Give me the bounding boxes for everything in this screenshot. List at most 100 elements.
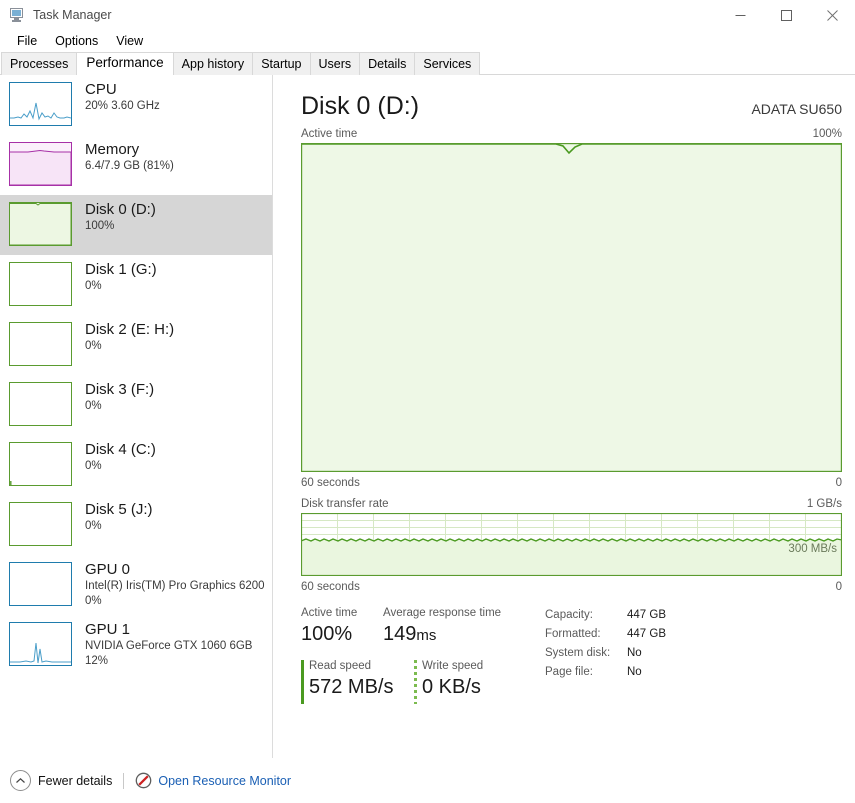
sidebar-item-value: 12% <box>85 655 109 667</box>
sidebar-item-memory[interactable]: Memory 6.4/7.9 GB (81%) <box>0 135 272 195</box>
memory-mini-graph <box>9 142 72 186</box>
tab-app-history[interactable]: App history <box>172 52 254 75</box>
disk2-mini-graph <box>9 322 72 366</box>
minimize-button[interactable] <box>717 0 763 30</box>
active-time-stat: Active time 100% <box>301 605 383 649</box>
open-resource-monitor-link[interactable]: Open Resource Monitor <box>135 772 291 789</box>
resource-sidebar: CPU 20% 3.60 GHz Memory 6.4/7.9 GB (81%) <box>0 75 273 758</box>
sidebar-item-gpu-1[interactable]: GPU 1 NVIDIA GeForce GTX 1060 6GB 12% <box>0 615 272 675</box>
active-time-x-right: 0 <box>835 477 842 489</box>
write-speed-legend-bar <box>414 660 417 704</box>
info-value: No <box>627 666 642 678</box>
info-value: 447 GB <box>627 609 666 621</box>
read-speed-value: 572 MB/s <box>309 676 394 698</box>
sidebar-item-model: Intel(R) Iris(TM) Pro Graphics 6200 <box>85 580 265 592</box>
read-write-row: Read speed 572 MB/s Write speed 0 KB/s <box>301 658 513 704</box>
disk-info-table: Capacity: 447 GB Formatted: 447 GB Syste… <box>545 605 666 682</box>
stats-left-group: Active time 100% Average response time 1… <box>301 605 513 704</box>
info-label: Capacity: <box>545 609 593 621</box>
read-speed-stat: Read speed 572 MB/s <box>301 658 414 704</box>
detail-header: Disk 0 (D:) ADATA SU650 <box>273 75 855 121</box>
transfer-rate-label-row: Disk transfer rate 1 GB/s <box>273 496 855 512</box>
active-time-stat-label: Active time <box>301 607 358 619</box>
gpu1-mini-graph <box>9 622 72 666</box>
info-value: 447 GB <box>627 628 666 640</box>
cpu-mini-graph <box>9 82 72 126</box>
menu-file[interactable]: File <box>8 32 46 50</box>
tab-services[interactable]: Services <box>414 52 481 75</box>
sidebar-item-label: Disk 5 (J:) <box>85 501 153 518</box>
tab-performance[interactable]: Performance <box>76 52 174 75</box>
info-label: Page file: <box>545 666 593 678</box>
resource-monitor-label: Open Resource Monitor <box>158 773 292 788</box>
disk1-mini-graph <box>9 262 72 306</box>
sidebar-item-label: Disk 0 (D:) <box>85 201 156 218</box>
menu-view[interactable]: View <box>107 32 152 50</box>
sidebar-item-label: Disk 3 (F:) <box>85 381 155 398</box>
transfer-rate-annotation: 300 MB/s <box>788 543 837 555</box>
info-label: System disk: <box>545 647 611 659</box>
active-time-x-left: 60 seconds <box>301 477 360 489</box>
sidebar-item-label: GPU 1 <box>85 621 131 638</box>
avg-response-label: Average response time <box>383 607 502 619</box>
sidebar-item-value: 0% <box>85 460 102 472</box>
footer-separator <box>123 772 125 789</box>
status-bar: Fewer details Open Resource Monitor <box>0 758 855 803</box>
sidebar-item-disk-1[interactable]: Disk 1 (G:) 0% <box>0 255 272 315</box>
avg-response-stat: Average response time 149ms <box>383 605 513 649</box>
page-title: Disk 0 (D:) <box>301 92 420 120</box>
sidebar-item-cpu[interactable]: CPU 20% 3.60 GHz <box>0 75 272 135</box>
sidebar-item-value: 0% <box>85 340 102 352</box>
sidebar-item-gpu-0[interactable]: GPU 0 Intel(R) Iris(TM) Pro Graphics 620… <box>0 555 272 615</box>
task-manager-icon <box>9 7 25 23</box>
sidebar-item-disk-0[interactable]: Disk 0 (D:) 100% <box>0 195 272 255</box>
detail-pane: Disk 0 (D:) ADATA SU650 Active time 100% <box>273 75 855 758</box>
resource-monitor-icon <box>135 772 152 789</box>
transfer-rate-graph: 300 MB/s <box>301 513 842 576</box>
close-button[interactable] <box>809 0 855 30</box>
sidebar-item-label: GPU 0 <box>85 561 131 578</box>
active-time-label: Active time <box>301 128 358 140</box>
sidebar-item-label: Memory <box>85 141 140 158</box>
sidebar-item-disk-3[interactable]: Disk 3 (F:) 0% <box>0 375 272 435</box>
disk0-mini-graph <box>9 202 72 246</box>
transfer-rate-label: Disk transfer rate <box>301 498 389 510</box>
menu-bar: File Options View <box>0 30 855 52</box>
write-speed-label: Write speed <box>422 660 484 672</box>
avg-response-unit: ms <box>416 627 437 644</box>
fewer-details-label: Fewer details <box>38 773 113 788</box>
info-label: Formatted: <box>545 628 601 640</box>
active-time-axis-row: 60 seconds 0 <box>273 475 855 491</box>
content-area: CPU 20% 3.60 GHz Memory 6.4/7.9 GB (81%) <box>0 75 855 758</box>
sidebar-item-disk-2[interactable]: Disk 2 (E: H:) 0% <box>0 315 272 375</box>
fewer-details-button[interactable]: Fewer details <box>10 770 112 791</box>
avg-response-number: 149 <box>383 623 417 645</box>
disk5-mini-graph <box>9 502 72 546</box>
tab-bar: Processes Performance App history Startu… <box>0 52 855 75</box>
sidebar-item-disk-5[interactable]: Disk 5 (J:) 0% <box>0 495 272 555</box>
write-speed-value: 0 KB/s <box>422 676 481 698</box>
active-time-max: 100% <box>812 128 842 140</box>
tab-startup[interactable]: Startup <box>252 52 311 75</box>
disk-model: ADATA SU650 <box>751 101 842 117</box>
menu-options[interactable]: Options <box>46 32 107 50</box>
sidebar-item-label: CPU <box>85 81 117 98</box>
sidebar-item-label: Disk 4 (C:) <box>85 441 156 458</box>
write-speed-stat: Write speed 0 KB/s <box>414 658 484 704</box>
sidebar-item-value: 0% <box>85 595 102 607</box>
tab-users[interactable]: Users <box>309 52 361 75</box>
sidebar-item-value: 0% <box>85 400 102 412</box>
sidebar-item-label: Disk 1 (G:) <box>85 261 157 278</box>
avg-response-value: 149ms <box>383 621 513 649</box>
sidebar-item-label: Disk 2 (E: H:) <box>85 321 175 338</box>
sidebar-item-value: 0% <box>85 520 102 532</box>
disk4-mini-graph <box>9 442 72 486</box>
maximize-button[interactable] <box>763 0 809 30</box>
sidebar-item-disk-4[interactable]: Disk 4 (C:) 0% <box>0 435 272 495</box>
tab-processes[interactable]: Processes <box>1 52 78 75</box>
transfer-rate-axis-row: 60 seconds 0 <box>273 579 855 595</box>
sidebar-item-value: 20% 3.60 GHz <box>85 100 160 112</box>
tab-details[interactable]: Details <box>359 52 416 75</box>
window-title: Task Manager <box>33 8 112 22</box>
active-time-graph <box>301 143 842 472</box>
